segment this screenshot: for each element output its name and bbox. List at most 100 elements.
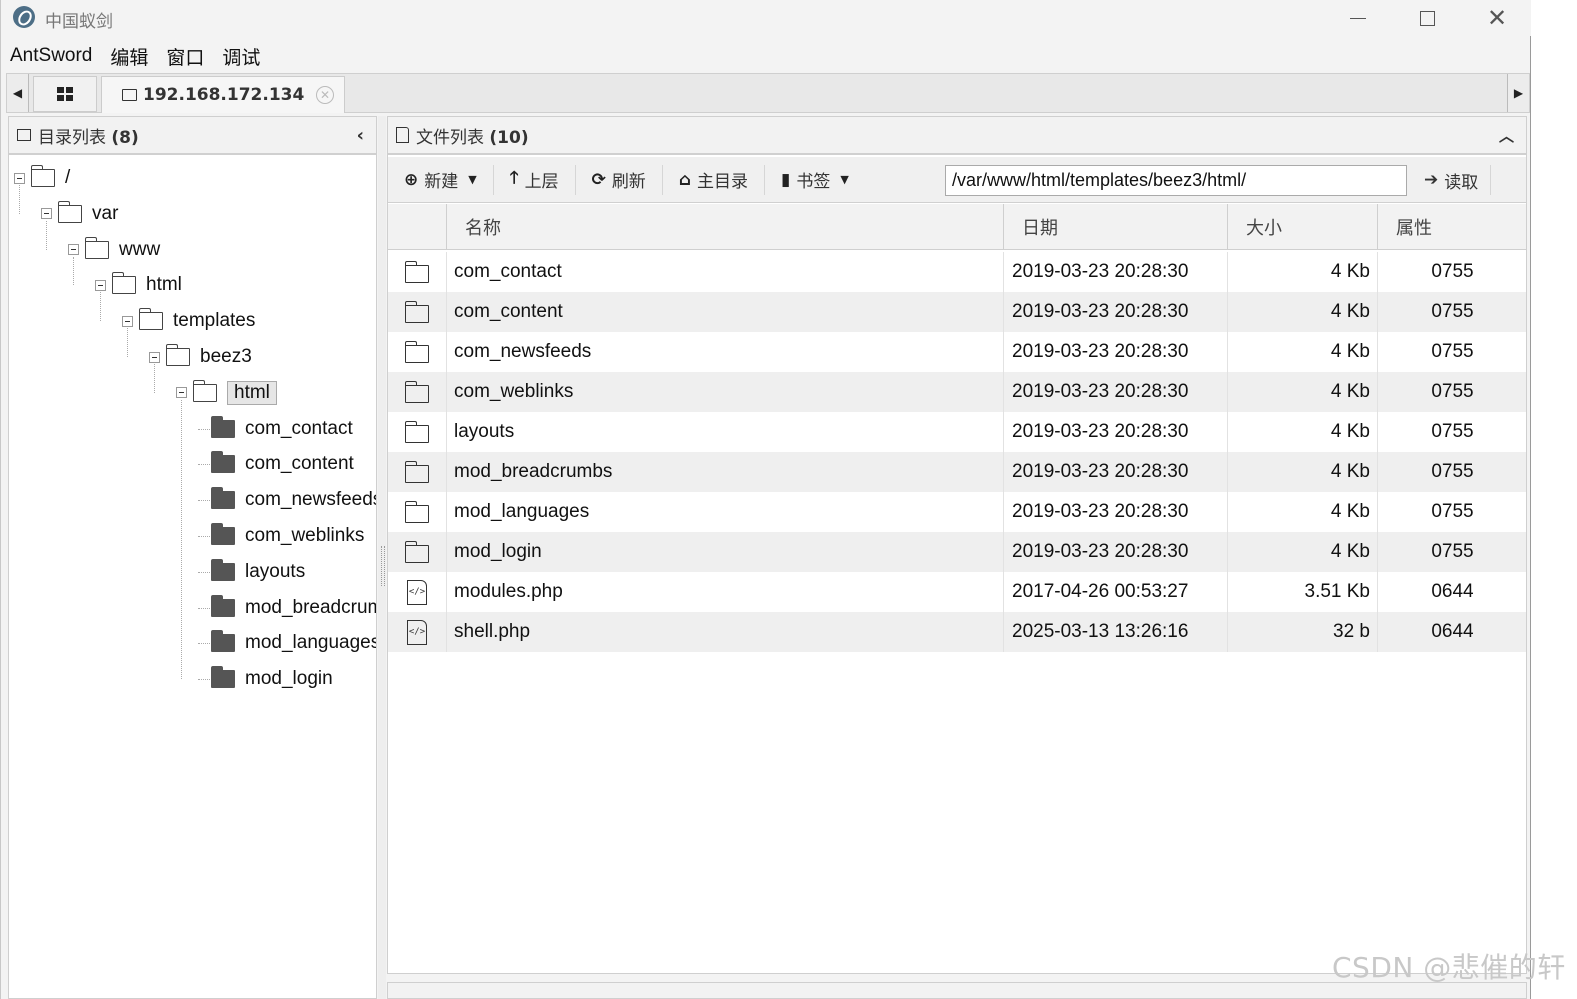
desktop-background — [1532, 0, 1577, 999]
file-row[interactable]: mod_breadcrumbs 2019-03-23 20:28:30 4 Kb 07… — [388, 452, 1526, 492]
collapse-toggle-icon[interactable] — [95, 279, 106, 291]
bookmark-button[interactable]: ▮ 书签 ▼ — [765, 165, 865, 195]
file-type-cell: </> — [388, 612, 446, 652]
file-attr: 0755 — [1377, 252, 1527, 292]
close-button[interactable]: ✕ — [1462, 0, 1532, 36]
bookmark-label: 书签 — [796, 172, 831, 192]
collapse-toggle-icon[interactable] — [122, 315, 133, 327]
tree-node[interactable]: layouts — [210, 557, 306, 587]
collapse-toggle-icon[interactable] — [41, 208, 52, 220]
tab-label: 192.168.172.134 — [143, 85, 305, 105]
tab-scroll-right-button[interactable]: ▶ — [1507, 74, 1529, 112]
column-size[interactable]: 大小 — [1227, 204, 1377, 250]
maximize-button[interactable] — [1392, 0, 1462, 36]
file-type-cell: </> — [388, 572, 446, 612]
file-row[interactable]: mod_languages 2019-03-23 20:28:30 4 Kb 0755 — [388, 492, 1526, 532]
refresh-icon: ⟳ — [591, 169, 606, 190]
collapse-toggle-icon[interactable] — [176, 387, 187, 399]
tree-connector — [198, 428, 210, 430]
tab-close-icon[interactable]: ✕ — [316, 86, 334, 104]
panel-splitter[interactable] — [378, 116, 386, 999]
menu-antsword[interactable]: AntSword — [1, 45, 101, 67]
file-date: 2019-03-23 20:28:30 — [1003, 292, 1227, 332]
folder-icon — [404, 501, 429, 523]
home-label: 主目录 — [696, 172, 748, 192]
collapse-toggle-icon[interactable] — [149, 351, 160, 363]
folder-icon — [404, 261, 429, 283]
file-attr: 0755 — [1377, 372, 1527, 412]
tree-node[interactable]: mod_breadcrumbs — [210, 593, 376, 623]
file-type-cell — [388, 452, 446, 492]
file-date: 2019-03-23 20:28:30 — [1003, 372, 1227, 412]
folder-icon — [138, 308, 163, 331]
collapse-up-icon[interactable]: ︿ — [1499, 125, 1514, 146]
file-name: mod_breadcrumbs — [446, 452, 1003, 492]
tree-node[interactable]: templates — [122, 306, 255, 336]
tree-node-label: www — [119, 238, 161, 260]
file-name: com_content — [446, 292, 1003, 332]
bookmark-icon: ▮ — [780, 169, 791, 190]
file-name: modules.php — [446, 572, 1003, 612]
folder-icon — [122, 89, 137, 101]
tree-node[interactable]: com_content — [210, 449, 354, 479]
menu-debug[interactable]: 调试 — [213, 43, 269, 70]
tree-node[interactable]: html — [176, 378, 277, 408]
tree-node[interactable]: com_newsfeeds — [210, 485, 376, 515]
tree-node[interactable]: html — [95, 270, 182, 300]
file-type-cell — [388, 492, 446, 532]
tree-node[interactable]: com_contact — [210, 414, 353, 444]
file-row[interactable]: </> modules.php 2017-04-26 00:53:27 3.51 Kb… — [388, 572, 1526, 612]
path-input[interactable] — [945, 165, 1407, 196]
home-button[interactable]: ⌂ 主目录 — [663, 164, 765, 195]
tab-shell-session[interactable]: 192.168.172.134 ✕ — [101, 76, 345, 113]
collapse-left-icon[interactable]: ‹ — [357, 125, 364, 146]
folder-icon — [17, 129, 31, 141]
file-name: mod_languages — [446, 492, 1003, 532]
file-toolbar: ⊕ 新建 ▼ 🡑 上层 ⟳ 刷新 ⌂ 主目录 ▮ 书签 ▼ /var/www/h… — [388, 157, 1526, 203]
new-label: 新建 — [424, 172, 459, 192]
file-panel-header: 文件列表 (10) ︿ — [388, 117, 1526, 155]
tree-node-label: layouts — [245, 560, 306, 582]
minimize-button[interactable] — [1323, 0, 1393, 36]
directory-panel-title: 目录列表 (8) — [38, 127, 139, 148]
column-name[interactable]: 名称 — [446, 204, 1003, 250]
file-row[interactable]: mod_login 2019-03-23 20:28:30 4 Kb 0755 — [388, 532, 1526, 572]
new-button[interactable]: ⊕ 新建 ▼ — [388, 164, 494, 195]
collapse-toggle-icon[interactable] — [14, 172, 25, 184]
menu-edit[interactable]: 编辑 — [101, 43, 157, 70]
tree-node[interactable]: com_weblinks — [210, 521, 364, 551]
folder-icon — [210, 523, 235, 545]
column-attr[interactable]: 属性 — [1377, 204, 1527, 250]
collapse-toggle-icon[interactable] — [68, 244, 79, 256]
file-type-cell — [388, 532, 446, 572]
column-date[interactable]: 日期 — [1003, 204, 1227, 250]
read-button[interactable]: ➔ 读取 — [1412, 165, 1492, 195]
up-button[interactable]: 🡑 上层 — [494, 164, 576, 195]
file-row[interactable]: com_weblinks 2019-03-23 20:28:30 4 Kb 0755 — [388, 372, 1526, 412]
tab-scroll-left-button[interactable]: ◀ — [7, 74, 29, 112]
file-name: shell.php — [446, 612, 1003, 652]
file-size: 3.51 Kb — [1227, 572, 1377, 612]
file-row[interactable]: com_content 2019-03-23 20:28:30 4 Kb 0755 — [388, 292, 1526, 332]
tree-connector — [198, 464, 210, 466]
file-row[interactable]: </> shell.php 2025-03-13 13:26:16 32 b 0644 — [388, 612, 1526, 652]
file-row[interactable]: layouts 2019-03-23 20:28:30 4 Kb 0755 — [388, 412, 1526, 452]
tree-node[interactable]: mod_login — [210, 664, 333, 694]
file-panel-title: 文件列表 (10) — [416, 127, 529, 148]
file-row[interactable]: com_contact 2019-03-23 20:28:30 4 Kb 0755 — [388, 252, 1526, 292]
file-row[interactable]: com_newsfeeds 2019-03-23 20:28:30 4 Kb 0755 — [388, 332, 1526, 372]
tree-node[interactable]: beez3 — [149, 342, 252, 372]
tree-connector — [19, 185, 20, 214]
tab-home-grid[interactable] — [33, 76, 97, 112]
file-panel: 文件列表 (10) ︿ ⊕ 新建 ▼ 🡑 上层 ⟳ 刷新 ⌂ 主目录 ▮ 书签 … — [387, 116, 1527, 974]
menu-window[interactable]: 窗口 — [157, 43, 213, 70]
tree-connector — [181, 399, 182, 680]
refresh-button[interactable]: ⟳ 刷新 — [576, 164, 663, 195]
tree-node[interactable]: var — [41, 199, 118, 229]
tree-connector — [198, 500, 210, 502]
tree-node[interactable]: mod_languages — [210, 628, 376, 658]
read-label: 读取 — [1444, 172, 1479, 193]
file-type-cell — [388, 412, 446, 452]
tree-node[interactable]: www — [68, 235, 160, 265]
tree-node[interactable]: / — [14, 163, 70, 193]
